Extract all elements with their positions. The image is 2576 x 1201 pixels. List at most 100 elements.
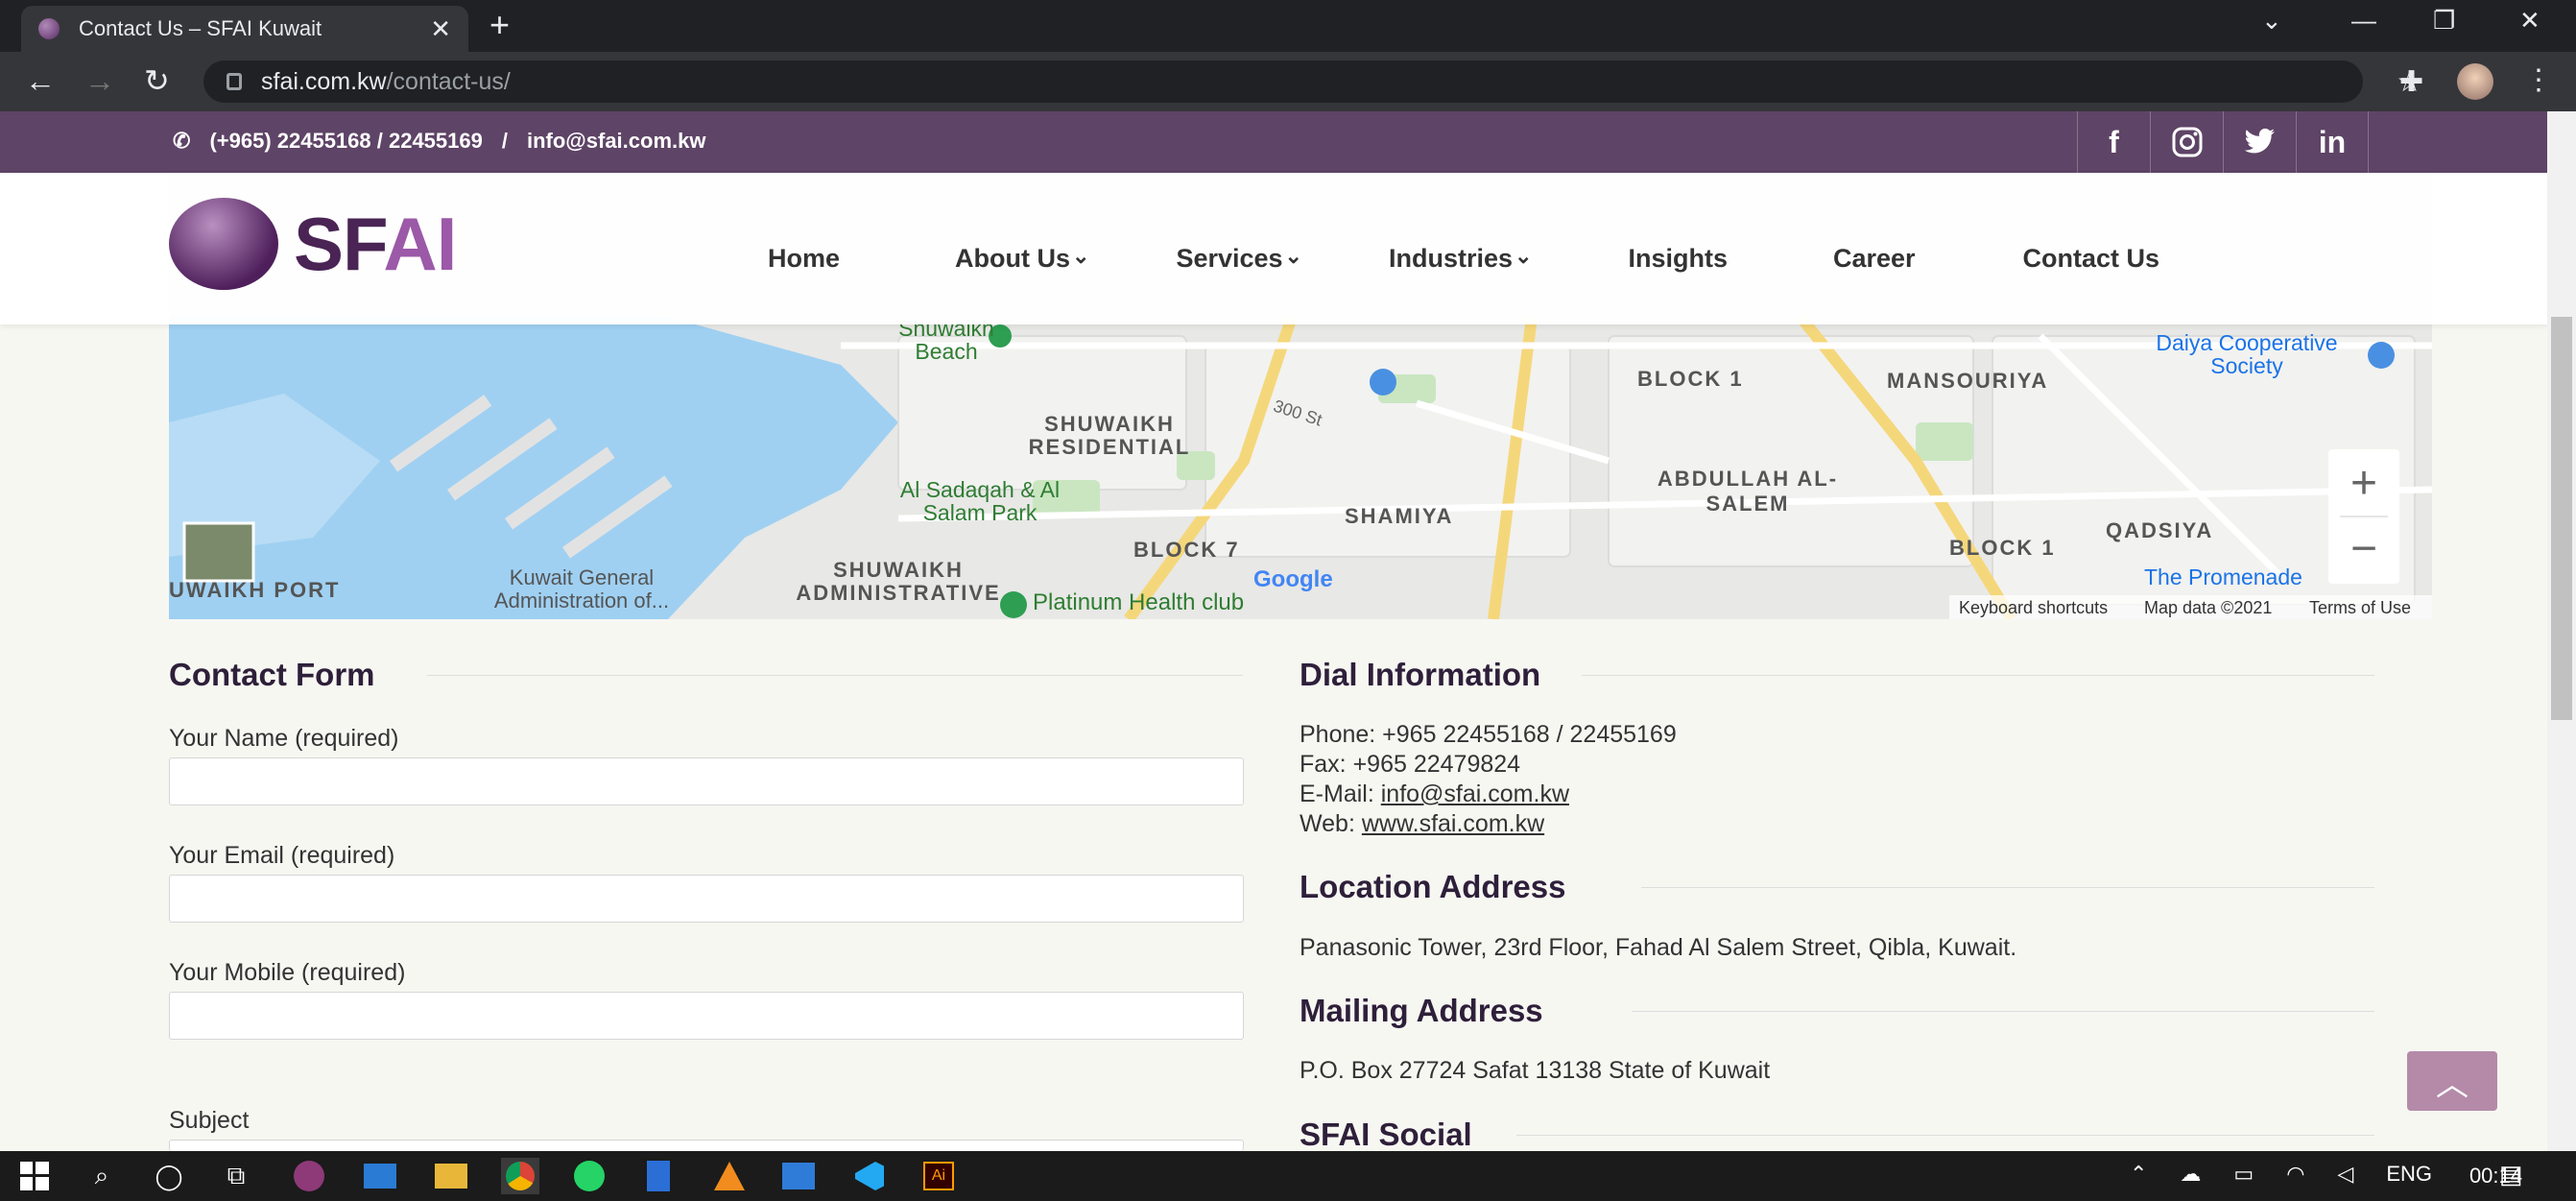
nav-industries-chevron-icon[interactable]: ⌄	[1515, 244, 1532, 274]
nav-industries[interactable]: Industries	[1389, 244, 1513, 274]
map-label-shuwaikh-port: UWAIKH PORT	[169, 578, 341, 602]
mailing-text: P.O. Box 27724 Safat 13138 State of Kuwa…	[1300, 1057, 1771, 1084]
dial-info-title: Dial Information	[1300, 657, 1541, 692]
logo-text-ai: AI	[383, 201, 457, 286]
keyboard-shortcuts-link[interactable]: Keyboard shortcuts	[1959, 598, 2108, 618]
map-label-shamiya: SHAMIYA	[1345, 504, 1454, 528]
address-bar[interactable]: sfai.com.kw /contact-us/	[203, 60, 2363, 103]
email-input[interactable]	[169, 875, 1244, 923]
language-indicator[interactable]: ENG	[2386, 1162, 2432, 1187]
scrollbar-thumb[interactable]	[2551, 317, 2572, 720]
nav-services-chevron-icon[interactable]: ⌄	[1285, 244, 1302, 274]
dial-web-prefix: Web:	[1300, 810, 1362, 837]
app-purple-icon[interactable]	[290, 1158, 328, 1194]
tab-title: Contact Us – SFAI Kuwait	[79, 16, 322, 40]
social-rule	[1516, 1135, 2374, 1136]
mailing-title: Mailing Address	[1300, 993, 1543, 1028]
map-label-block1-south: BLOCK 1	[1949, 536, 2056, 560]
name-label: Your Name (required)	[169, 725, 399, 752]
contact-form-title: Contact Form	[169, 657, 375, 692]
new-tab-icon[interactable]: +	[489, 8, 510, 42]
dial-email-prefix: E-Mail:	[1300, 781, 1381, 807]
chevron-up-icon: ︿	[2436, 1066, 2469, 1103]
illustrator-icon[interactable]: Ai	[919, 1158, 958, 1194]
topbar-phone[interactable]: (+965) 22455168 / 22455169	[209, 129, 482, 154]
extensions-icon[interactable]: ✚	[2399, 65, 2423, 99]
restore-icon[interactable]: ❐	[2433, 6, 2455, 36]
social-title: SFAI Social	[1300, 1117, 1472, 1152]
nav-contact[interactable]: Contact Us	[2023, 244, 2160, 274]
nav-about-chevron-icon[interactable]: ⌄	[1072, 244, 1089, 274]
subject-label: Subject	[169, 1107, 250, 1134]
instagram-icon[interactable]	[2150, 111, 2223, 173]
close-window-icon[interactable]: ✕	[2519, 6, 2540, 36]
file-explorer-icon[interactable]	[432, 1158, 470, 1194]
nav-about[interactable]: About Us	[955, 244, 1070, 274]
document-app-icon[interactable]	[639, 1158, 678, 1194]
zoom-out-button[interactable]: −	[2328, 518, 2399, 580]
subject-input[interactable]	[169, 1140, 1244, 1151]
topbar-separator: /	[501, 129, 508, 153]
zoom-in-button[interactable]: +	[2328, 453, 2399, 515]
search-icon[interactable]: ⌕	[83, 1158, 121, 1194]
close-tab-icon[interactable]: ✕	[430, 14, 451, 44]
onedrive-icon[interactable]: ☁	[2180, 1162, 2201, 1187]
location-title: Location Address	[1300, 869, 1566, 904]
chrome-icon[interactable]	[501, 1158, 539, 1194]
lock-icon	[227, 73, 242, 90]
volume-icon[interactable]: ◁	[2337, 1162, 2353, 1187]
map-label-abdullah: ABDULLAH AL-SALEM	[1657, 467, 1839, 516]
location-rule	[1641, 887, 2374, 888]
minimize-icon[interactable]: —	[2351, 6, 2376, 36]
nav-services[interactable]: Services	[1176, 244, 1282, 274]
start-icon[interactable]	[15, 1158, 54, 1194]
remote-app-icon[interactable]	[779, 1158, 818, 1194]
mobile-input[interactable]	[169, 992, 1244, 1040]
dial-info-rule	[1582, 675, 2374, 676]
url-path: /contact-us/	[386, 67, 511, 95]
wifi-icon[interactable]: ◠	[2286, 1162, 2304, 1187]
mobile-label: Your Mobile (required)	[169, 959, 406, 986]
nav-insights[interactable]: Insights	[1628, 244, 1728, 274]
system-tray: ⌃ ☁ ▭ ◠ ◁ ENG	[2130, 1162, 2432, 1187]
chevron-up-tray-icon[interactable]: ⌃	[2130, 1162, 2147, 1187]
map-label-daiya: Daiya Cooperative Society	[2156, 330, 2338, 378]
topbar-email[interactable]: info@sfai.com.kw	[527, 129, 705, 154]
profile-avatar[interactable]	[2457, 63, 2493, 100]
map-label-platinum: Platinum Health club	[1033, 589, 1245, 615]
name-input[interactable]	[169, 757, 1244, 805]
satellite-toggle[interactable]	[184, 523, 253, 581]
contact-topbar: ✆ (+965) 22455168 / 22455169 / info@sfai…	[0, 111, 2547, 173]
dial-fax: Fax: +965 22479824	[1300, 751, 1521, 778]
reload-icon[interactable]: ↻	[144, 61, 170, 100]
tab-search-icon[interactable]: ⌄	[2261, 6, 2282, 36]
vlc-icon[interactable]	[710, 1158, 749, 1194]
logo-mark-icon	[169, 198, 278, 290]
back-icon[interactable]: ←	[25, 61, 56, 100]
topbar-contact-info: ✆ (+965) 22455168 / 22455169 / info@sfai…	[173, 129, 705, 154]
forward-icon[interactable]: →	[84, 61, 115, 100]
logo-text-sf: SF	[294, 201, 384, 286]
vscode-icon[interactable]	[850, 1158, 889, 1194]
twitter-icon[interactable]	[2223, 111, 2296, 173]
site-logo[interactable]: SFAI	[169, 198, 457, 290]
nav-home[interactable]: Home	[768, 244, 840, 274]
email-label: Your Email (required)	[169, 842, 395, 869]
back-to-top-button[interactable]: ︿	[2407, 1051, 2497, 1111]
facebook-icon[interactable]: f	[2077, 111, 2150, 173]
whatsapp-icon[interactable]	[570, 1158, 608, 1194]
dial-web-link[interactable]: www.sfai.com.kw	[1362, 810, 1544, 837]
task-view-icon[interactable]: ⧉	[217, 1158, 255, 1194]
cortana-icon[interactable]: ◯	[150, 1158, 188, 1194]
map-label-shuwaikh-admin: SHUWAIKH ADMINISTRATIVE	[796, 558, 1001, 605]
linkedin-icon[interactable]: in	[2296, 111, 2369, 173]
browser-menu-icon[interactable]: ⋮	[2524, 63, 2553, 97]
battery-icon[interactable]: ▭	[2233, 1162, 2254, 1187]
main-nav: Home About Us ⌄ Services ⌄ Industries ⌄ …	[768, 244, 2242, 274]
dial-email-link[interactable]: info@sfai.com.kw	[1381, 781, 1569, 807]
desktop-app-icon[interactable]	[361, 1158, 399, 1194]
browser-tab[interactable]: Contact Us – SFAI Kuwait ✕	[21, 6, 468, 52]
terms-of-use-link[interactable]: Terms of Use	[2309, 598, 2411, 618]
notification-icon[interactable]: ▤	[2499, 1160, 2523, 1189]
nav-career[interactable]: Career	[1833, 244, 1916, 274]
